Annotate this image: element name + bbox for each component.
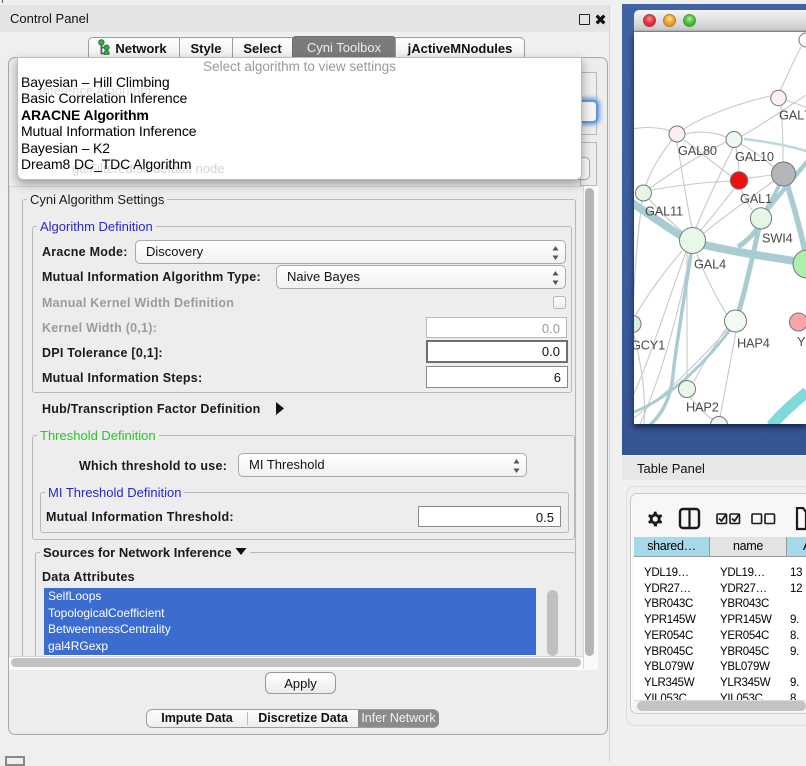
svg-text:GAL11: GAL11 (645, 204, 683, 219)
svg-text:HAP2: HAP2 (686, 400, 719, 415)
svg-text:Y: Y (797, 334, 806, 349)
svg-text:GAL10: GAL10 (735, 149, 774, 164)
svg-text:HAP4: HAP4 (737, 336, 770, 351)
svg-text:SWI4: SWI4 (762, 231, 793, 246)
svg-text:GCY1: GCY1 (634, 338, 665, 353)
svg-text:GAL7: GAL7 (779, 108, 806, 123)
svg-text:GAL4: GAL4 (694, 257, 726, 272)
svg-text:GAL80: GAL80 (678, 143, 717, 158)
svg-text:GAL1: GAL1 (740, 191, 772, 206)
